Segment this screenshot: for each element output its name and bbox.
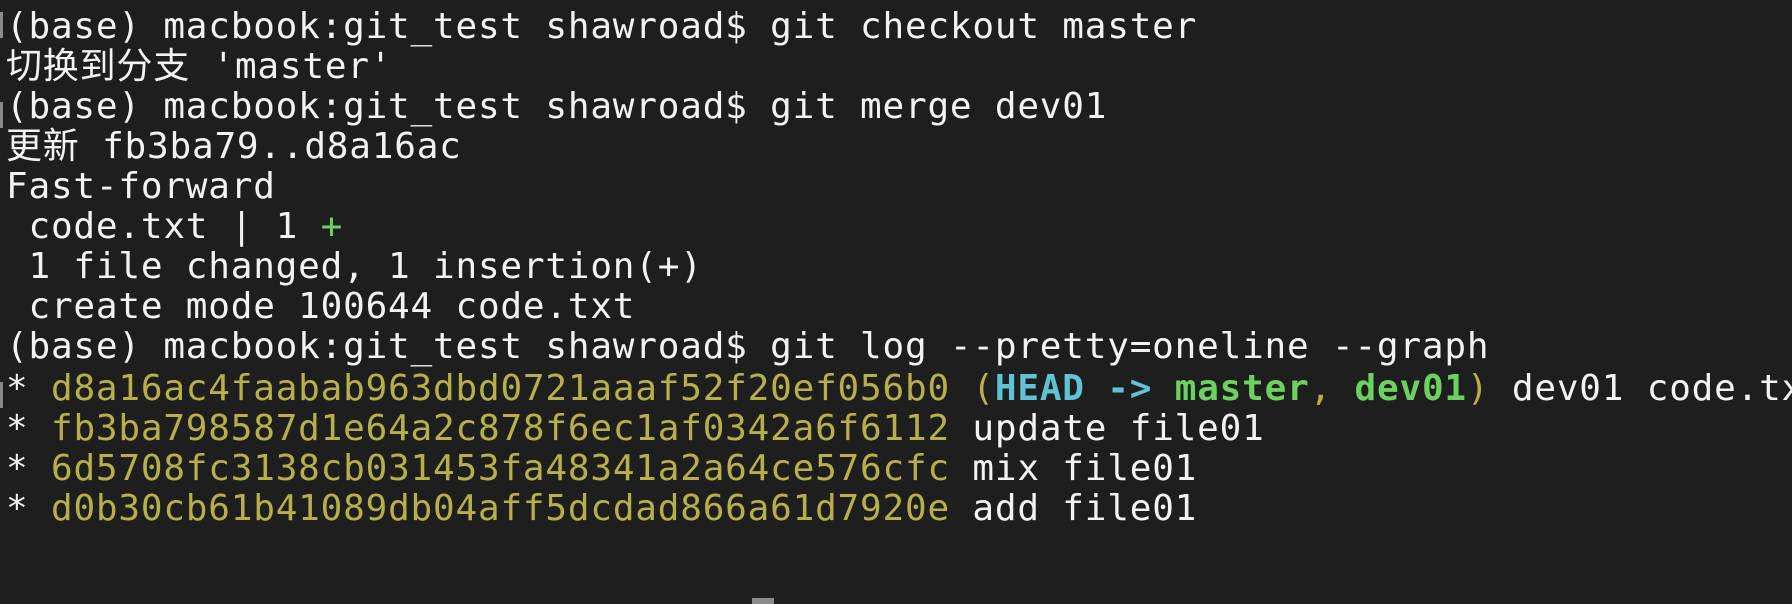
commit-message: update file01 xyxy=(972,408,1265,449)
log-line: * d0b30cb61b41089db04aff5dcdad866a61d792… xyxy=(6,486,1197,532)
insertion-marker: + xyxy=(320,206,344,247)
output-text: Fast-forward xyxy=(6,166,276,207)
shell-prompt: (base) macbook:git_test shawroad$ xyxy=(6,6,771,47)
command-text: git log --pretty=oneline --graph xyxy=(770,326,1490,367)
command-text: git merge dev01 xyxy=(770,86,1108,127)
branch-ref: master xyxy=(1174,368,1310,409)
commit-hash: d0b30cb61b41089db04aff5dcdad866a61d7920e xyxy=(50,488,950,529)
prompt-mark xyxy=(0,382,3,408)
branch-ref: dev01 xyxy=(1354,368,1467,409)
commit-hash: 6d5708fc3138cb031453fa48341a2a64ce576cfc xyxy=(50,448,950,489)
graph-marker: * xyxy=(6,448,29,489)
diffstat-text: code.txt | 1 xyxy=(6,206,321,247)
output-text: 1 file changed, 1 insertion(+) xyxy=(6,246,703,287)
scroll-indicator xyxy=(752,598,774,604)
head-ref: HEAD xyxy=(994,368,1085,409)
decoration-open: ( xyxy=(972,368,995,409)
decoration-close: ) xyxy=(1466,368,1490,409)
output-text: 更新 fb3ba79..d8a16ac xyxy=(6,126,462,167)
output-text: create mode 100644 code.txt xyxy=(6,286,636,327)
output-text: 切换到分支 'master' xyxy=(6,46,393,87)
shell-prompt: (base) macbook:git_test shawroad$ xyxy=(6,326,771,367)
prompt-mark xyxy=(0,102,3,128)
command-text: git checkout master xyxy=(770,6,1198,47)
prompt-mark xyxy=(0,12,3,38)
graph-marker: * xyxy=(6,488,29,529)
commit-hash: fb3ba798587d1e64a2c878f6ec1af0342a6f6112 xyxy=(50,408,950,449)
graph-marker: * xyxy=(6,368,29,409)
commit-hash: d8a16ac4faabab963dbd0721aaaf52f20ef056b0 xyxy=(50,368,950,409)
commit-message: add file01 xyxy=(972,488,1198,529)
commit-message: dev01 code.txt xyxy=(1511,368,1792,409)
command-line: (base) macbook:git_test shawroad$ git lo… xyxy=(6,324,1489,370)
head-arrow: -> xyxy=(1107,368,1153,409)
graph-marker: * xyxy=(6,408,29,449)
shell-prompt: (base) macbook:git_test shawroad$ xyxy=(6,86,771,127)
commit-message: mix file01 xyxy=(972,448,1198,489)
decoration-separator: , xyxy=(1309,368,1333,409)
terminal-window[interactable]: (base) macbook:git_test shawroad$ git ch… xyxy=(0,0,1792,604)
